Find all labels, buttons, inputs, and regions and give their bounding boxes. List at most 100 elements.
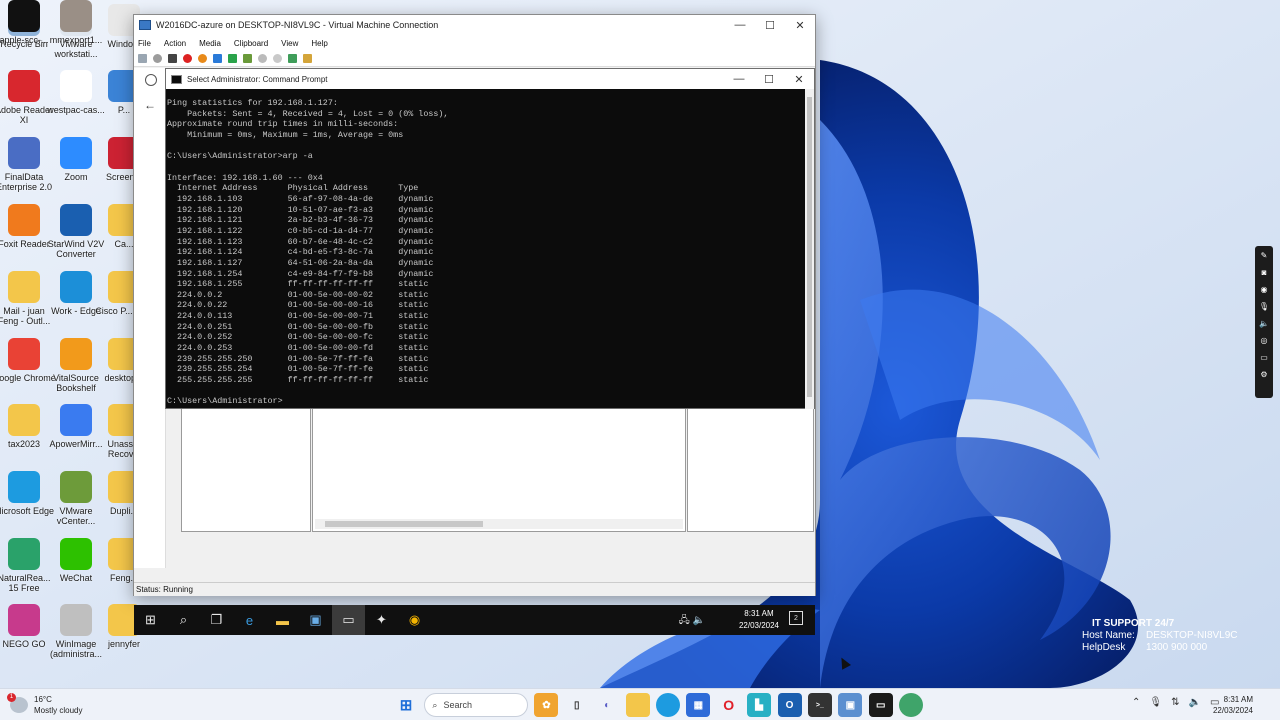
command-prompt-icon[interactable]: ▭: [332, 605, 365, 635]
host-time: 8:31 AM: [1223, 695, 1253, 704]
pause-icon[interactable]: [213, 54, 222, 63]
file-explorer-icon[interactable]: ▬: [266, 605, 299, 635]
cmd-output-line: 224.0.0.22 01-00-5e-00-00-16 static: [167, 300, 429, 311]
scrollbar-thumb[interactable]: [325, 521, 483, 527]
microphone-icon[interactable]: 🎙: [1149, 697, 1162, 708]
close-button[interactable]: ✕: [785, 15, 815, 35]
terminal-app-icon[interactable]: >_: [807, 693, 832, 717]
desktop-app-icon: [60, 538, 92, 570]
shutdown-icon[interactable]: [183, 54, 192, 63]
cmd-output-line: 192.168.1.124 c4-bd-e5-f3-8c-7a dynamic: [167, 247, 434, 258]
ctrl-alt-del-icon[interactable]: [138, 54, 147, 63]
guest-clock[interactable]: 8:31 AM 22/03/2024: [739, 608, 779, 632]
refresh-icon[interactable]: [145, 74, 157, 86]
server-manager-icon[interactable]: ▣: [299, 605, 332, 635]
cmd-output-line: 239.255.255.254 01-00-5e-7f-ff-fe static: [167, 364, 429, 375]
cmd-output-line: 192.168.1.255 ff-ff-ff-ff-ff-ff static: [167, 279, 429, 290]
desktop-app-icon: [60, 604, 92, 636]
back-arrow-icon[interactable]: ←: [144, 98, 156, 112]
cmd-output-line: 224.0.0.252 01-00-5e-00-00-fc static: [167, 332, 429, 343]
network-icon[interactable]: 🖧 🔈: [679, 613, 705, 630]
tools-icon[interactable]: ✦: [365, 605, 398, 635]
chrome-icon[interactable]: ◉: [398, 605, 431, 635]
save-state-icon[interactable]: [198, 54, 207, 63]
chevron-up-icon[interactable]: ⌃: [1132, 697, 1140, 708]
enhanced-session-icon[interactable]: [288, 54, 297, 63]
helpdesk-label: HelpDesk: [1082, 642, 1126, 653]
window-icon[interactable]: ▭: [1258, 351, 1270, 364]
cmd-maximize-button[interactable]: ☐: [754, 69, 784, 89]
cmd-scroll-thumb[interactable]: [807, 97, 812, 397]
resume-icon[interactable]: [228, 54, 237, 63]
speaker-icon[interactable]: 🔈: [1258, 317, 1270, 330]
store-icon[interactable]: ▦: [686, 693, 711, 717]
weather-widget[interactable]: 1 16°C Mostly cloudy: [7, 693, 82, 716]
cmd-output-line: 224.0.0.113 01-00-5e-00-00-71 static: [167, 311, 429, 322]
cmd-output-line: 192.168.1.103 56-af-97-08-4a-de dynamic: [167, 193, 434, 204]
cmd-titlebar[interactable]: Select Administrator: Command Prompt — ☐…: [166, 69, 814, 89]
command-prompt-icon[interactable]: ▭: [868, 693, 893, 717]
cmd-output-line: [167, 141, 806, 152]
search-icon: ⌕: [432, 699, 438, 710]
cmd-close-button[interactable]: ✕: [784, 69, 814, 89]
start-icon[interactable]: [153, 54, 162, 63]
speaker-icon[interactable]: 🔈: [1188, 697, 1200, 708]
gear-icon[interactable]: ⚙: [1258, 368, 1270, 381]
cmd-output-line: 224.0.0.253 01-00-5e-00-00-fd static: [167, 343, 429, 354]
webcam-icon[interactable]: ◎: [1258, 334, 1270, 347]
task-view-icon[interactable]: ❐: [200, 605, 233, 635]
turn-off-icon[interactable]: [168, 54, 177, 63]
windows-start-icon[interactable]: ⊞: [134, 605, 167, 635]
vm-app-icon: [139, 20, 151, 30]
command-prompt-window[interactable]: Select Administrator: Command Prompt — ☐…: [165, 68, 815, 409]
taskbar-search-box[interactable]: ⌕ Search: [424, 693, 529, 717]
outlook-icon[interactable]: O: [777, 693, 802, 717]
network-tool-icon[interactable]: [899, 693, 924, 717]
maximize-button[interactable]: ☐: [755, 15, 785, 35]
opera-icon[interactable]: O: [717, 693, 741, 717]
helpdesk-value: 1300 900 000: [1146, 642, 1208, 653]
vm-titlebar[interactable]: W2016DC-azure on DESKTOP-NI8VL9C - Virtu…: [134, 15, 815, 35]
camera-icon[interactable]: ◙: [1258, 266, 1270, 279]
search-icon[interactable]: ⌕: [167, 605, 200, 635]
menu-file[interactable]: File: [138, 39, 151, 48]
vm-connection-icon[interactable]: ▣: [838, 693, 863, 717]
host-taskbar-apps: ⊞ ⌕ Search ✿ ▯ ◐ ▦ O ▙ O >_ ▣ ▭: [394, 693, 929, 717]
cmd-minimize-button[interactable]: —: [724, 69, 754, 89]
vm-status-text: Status: Running: [136, 585, 193, 594]
menu-clipboard[interactable]: Clipboard: [234, 39, 268, 48]
reset-icon[interactable]: [243, 54, 252, 63]
chat-icon[interactable]: ◐: [595, 693, 619, 717]
windows-start-icon[interactable]: ⊞: [394, 693, 418, 717]
menu-help[interactable]: Help: [311, 39, 327, 48]
cmd-output-line: [167, 386, 806, 397]
checkpoint-icon[interactable]: [258, 54, 267, 63]
desktop-icon[interactable]: mmexport1...: [44, 0, 108, 45]
revert-icon[interactable]: [273, 54, 282, 63]
record-icon[interactable]: ◉: [1258, 283, 1270, 296]
internet-explorer-icon[interactable]: e: [233, 605, 266, 635]
cmd-output-line: C:\Users\Administrator>arp -a: [167, 151, 313, 162]
pencil-icon[interactable]: ✎: [1258, 249, 1270, 262]
edge-icon[interactable]: [655, 693, 680, 717]
widgets-icon[interactable]: ✿: [534, 693, 559, 717]
cmd-console-output[interactable]: Ping statistics for 192.168.1.127: Packe…: [166, 89, 806, 409]
file-explorer-icon[interactable]: [625, 693, 650, 717]
menu-action[interactable]: Action: [164, 39, 186, 48]
menu-media[interactable]: Media: [199, 39, 221, 48]
app-icon[interactable]: ▙: [747, 693, 772, 717]
notification-icon[interactable]: 2: [789, 611, 803, 625]
host-clock[interactable]: 8:31 AM 22/03/2024: [1213, 694, 1253, 716]
microphone-icon[interactable]: 🎙: [1258, 300, 1270, 313]
share-icon[interactable]: [303, 54, 312, 63]
cmd-output-line: 192.168.1.127 64-51-06-2a-8a-da dynamic: [167, 257, 434, 268]
menu-view[interactable]: View: [281, 39, 298, 48]
minimize-button[interactable]: —: [725, 15, 755, 35]
network-icon[interactable]: ⇅: [1171, 697, 1179, 708]
search-placeholder: Search: [443, 700, 472, 710]
horizontal-scrollbar[interactable]: [315, 519, 683, 529]
task-view-icon[interactable]: ▯: [565, 693, 589, 717]
cmd-vertical-scrollbar[interactable]: [805, 89, 814, 409]
cmd-output-line: 192.168.1.122 c0-b5-cd-1a-d4-77 dynamic: [167, 225, 434, 236]
cmd-output-line: Minimum = 0ms, Maximum = 1ms, Average = …: [167, 129, 404, 140]
